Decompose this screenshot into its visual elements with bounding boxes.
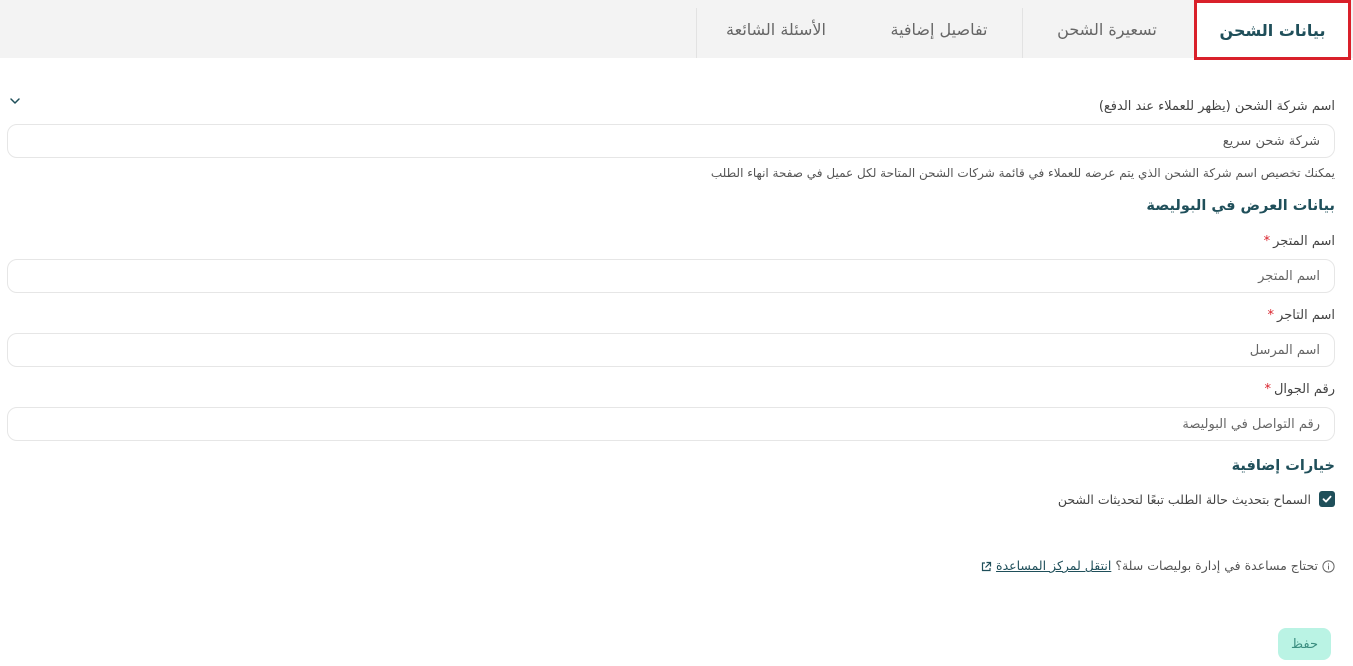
company-name-hint: يمكنك تخصيص اسم شركة الشحن الذي يتم عرضه… — [710, 166, 1335, 180]
help-text: تحتاج مساعدة في إدارة بوليصات سلة؟ — [1115, 558, 1318, 573]
merchant-name-label: اسم التاجر* — [1268, 308, 1335, 323]
info-icon — [1322, 558, 1335, 573]
store-name-label-text: اسم المتجر — [1273, 234, 1335, 249]
waybill-section-title: بيانات العرض في البوليصة — [1146, 198, 1335, 214]
company-name-input[interactable] — [7, 124, 1335, 158]
allow-status-update-row: السماح بتحديث حالة الطلب تبعًا لتحديثات … — [1058, 491, 1335, 507]
external-link-icon[interactable] — [980, 558, 992, 573]
save-button[interactable]: حفظ — [1278, 628, 1331, 660]
mobile-input[interactable] — [7, 407, 1335, 441]
required-mark: * — [1264, 382, 1271, 397]
required-mark: * — [1263, 234, 1271, 249]
merchant-name-label-text: اسم التاجر — [1277, 308, 1335, 323]
extra-options-title: خيارات إضافية — [1231, 458, 1335, 474]
merchant-name-input[interactable] — [7, 333, 1335, 367]
mobile-label-text: رقم الجوال — [1273, 382, 1335, 397]
allow-status-update-label: السماح بتحديث حالة الطلب تبعًا لتحديثات … — [1057, 491, 1311, 507]
store-name-label: اسم المتجر* — [1264, 234, 1335, 249]
allow-status-update-checkbox[interactable] — [1319, 491, 1335, 507]
tab-additional-details[interactable]: تفاصيل إضافية — [856, 0, 1022, 58]
required-mark: * — [1267, 308, 1275, 323]
company-name-label: اسم شركة الشحن (يظهر للعملاء عند الدفع) — [1098, 99, 1335, 114]
tab-divider — [1022, 8, 1023, 58]
tab-shipping-data[interactable]: بيانات الشحن — [1194, 0, 1351, 60]
chevron-down-icon[interactable] — [8, 90, 22, 104]
help-row: تحتاج مساعدة في إدارة بوليصات سلة؟ انتقل… — [980, 558, 1335, 573]
check-icon — [1322, 495, 1332, 503]
tab-divider — [696, 8, 697, 58]
help-center-link[interactable]: انتقل لمركز المساعدة — [996, 558, 1111, 573]
tab-shipping-pricing[interactable]: تسعيرة الشحن — [1024, 0, 1190, 58]
tab-faq[interactable]: الأسئلة الشائعة — [696, 0, 856, 58]
mobile-label: رقم الجوال* — [1264, 382, 1335, 397]
tabs-bar: بيانات الشحن تسعيرة الشحن تفاصيل إضافية … — [0, 0, 1353, 60]
shipping-settings-page: بيانات الشحن تسعيرة الشحن تفاصيل إضافية … — [0, 0, 1353, 666]
store-name-input[interactable] — [7, 259, 1335, 293]
